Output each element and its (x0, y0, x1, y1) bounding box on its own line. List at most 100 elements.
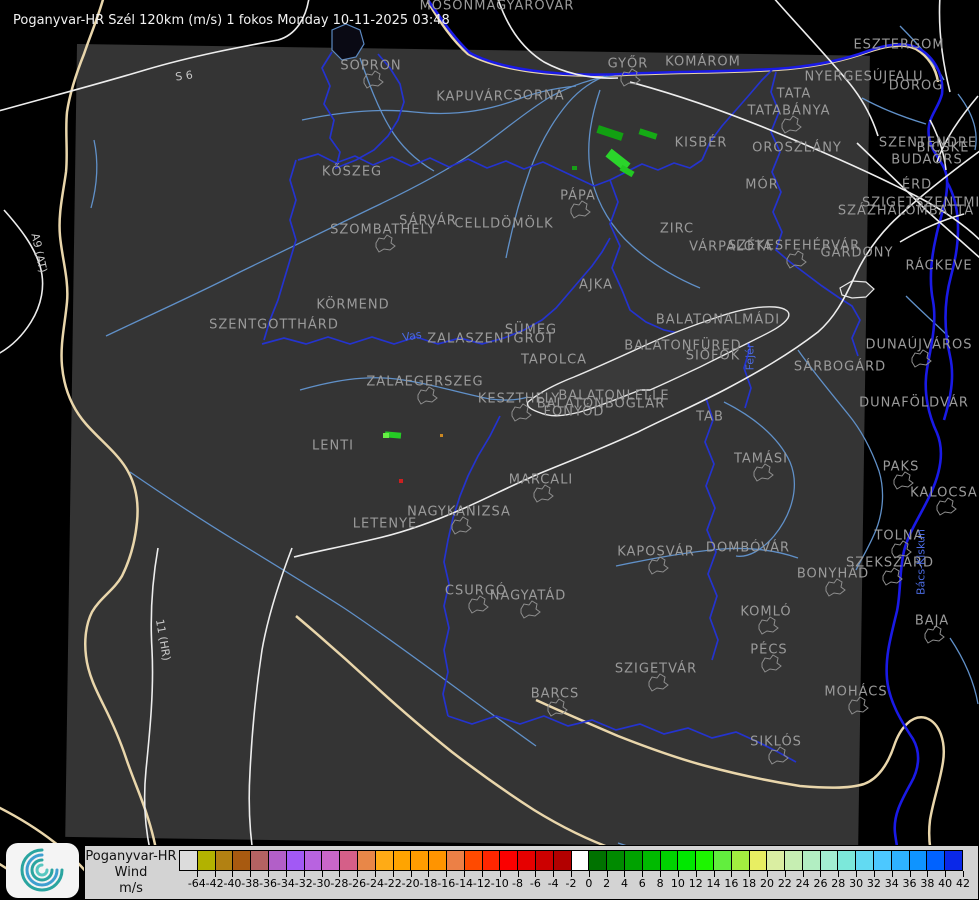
city-label: DOROG (889, 79, 944, 94)
map-linework (0, 0, 979, 900)
city-label: KALOCSA (910, 486, 978, 501)
color-swatch (873, 850, 891, 871)
city-label: ZALAEGERSZEG (366, 375, 483, 390)
scale-tick-label: -30 (313, 877, 331, 890)
city-label: GÁRDONY (821, 246, 894, 261)
scale-tick-label: 32 (867, 877, 881, 890)
city-label: BALATONALMÁDI (656, 313, 780, 328)
city-outline (376, 235, 395, 252)
city-label: DUNAFÖLDVÁR (859, 396, 969, 411)
app-logo[interactable] (6, 843, 79, 898)
city-label: AJKA (579, 278, 613, 293)
city-label: KOMÁROM (665, 55, 741, 70)
city-outline (469, 596, 488, 613)
city-label: BUDAÖRS (891, 153, 962, 168)
color-swatch (464, 850, 482, 871)
scale-tick-label: 4 (621, 877, 628, 890)
scale-tick-label: -12 (473, 877, 491, 890)
city-label: LETENYE (353, 517, 418, 532)
scale-tick-label: 28 (831, 877, 845, 890)
scale-tick-label: -8 (512, 877, 523, 890)
color-swatch (731, 850, 749, 871)
color-swatch (446, 850, 464, 871)
color-swatch (535, 850, 553, 871)
color-swatch (499, 850, 517, 871)
city-outline (849, 697, 868, 714)
color-swatch (197, 850, 215, 871)
color-swatch (766, 850, 784, 871)
city-label: BONYHÁD (797, 567, 869, 582)
scale-tick-label: 20 (760, 877, 774, 890)
scale-tick-label: 18 (742, 877, 756, 890)
city-label: RÁCKEVE (905, 259, 972, 274)
radar-echo (383, 433, 389, 438)
city-outline (571, 201, 590, 218)
city-label: SIKLÓS (750, 735, 802, 750)
city-label: SZÁZHALOMBATTA (838, 204, 974, 219)
city-outline (762, 655, 781, 672)
city-label: FONYÓD (544, 405, 605, 420)
legend-product: Wind (85, 865, 177, 881)
road-number-label: S 6 (174, 68, 193, 83)
lake-ferto (332, 24, 364, 60)
scale-tick-label: 14 (707, 877, 721, 890)
city-outline (534, 485, 553, 502)
color-swatch (268, 850, 286, 871)
city-outline (649, 557, 668, 574)
radar-echo (399, 479, 403, 483)
city-label: LENTI (312, 439, 354, 454)
city-label: KAPOSVÁR (617, 545, 695, 560)
color-swatch (321, 850, 339, 871)
scale-tick-label: 30 (849, 877, 863, 890)
scale-tick-label: 22 (778, 877, 792, 890)
city-label: SIÓFOK (686, 349, 741, 364)
city-outline-markers (364, 69, 956, 764)
scale-tick-label: -14 (455, 877, 473, 890)
city-label: ZIRC (660, 222, 694, 237)
color-swatch (820, 850, 838, 871)
color-swatch (517, 850, 535, 871)
city-outline (826, 579, 845, 596)
city-label: KOMLÓ (740, 605, 791, 620)
city-label: SZENTGOTTHÁRD (209, 318, 339, 333)
color-swatch (909, 850, 927, 871)
county-name-label: Fejér (744, 344, 757, 371)
color-swatch (944, 850, 963, 871)
product-title: Poganyvar-HR Szél 120km (m/s) 1 fokos Mo… (13, 13, 450, 28)
city-label: SZIGETVÁR (615, 662, 697, 677)
city-outline (452, 517, 471, 534)
scale-tick-label: -36 (259, 877, 277, 890)
scale-tick-label: 8 (657, 877, 664, 890)
scale-tick-label: 12 (689, 877, 703, 890)
city-label: MOSONMAGYARÓVÁR (420, 0, 575, 14)
scale-tick-label: -20 (402, 877, 420, 890)
scale-tick-label: 42 (956, 877, 970, 890)
city-label: TATA (777, 87, 812, 102)
city-label: SOPRON (340, 59, 401, 74)
color-swatch (749, 850, 767, 871)
city-label: DUNAÚJVÁROS (866, 338, 973, 353)
city-outline (521, 601, 540, 618)
scale-tick-label: 38 (920, 877, 934, 890)
city-label: PÁPA (560, 189, 596, 204)
radar-echo (440, 434, 443, 437)
city-label: GYŐR (608, 57, 649, 72)
color-swatch (660, 850, 678, 871)
scale-tick-label: -38 (241, 877, 259, 890)
city-label: KAPUVÁR (436, 90, 504, 105)
city-label: MOHÁCS (824, 685, 887, 700)
scale-tick-label: -18 (419, 877, 437, 890)
city-label: TAB (696, 410, 724, 425)
scale-tick-label: -32 (295, 877, 313, 890)
city-label: SÁRBOGÁRD (794, 360, 886, 375)
city-outline (937, 498, 956, 515)
scale-tick-label: -42 (206, 877, 224, 890)
radar-screen: MOSONMAGYARÓVÁRGYŐRKOMÁROMESZTERGOMNYERG… (0, 0, 979, 900)
city-label: OROSZLÁNY (752, 141, 842, 156)
city-label: TATABÁNYA (747, 104, 830, 119)
county-name-label: Bács-Kiskun (915, 529, 928, 595)
city-label: ESZTERGOM (853, 38, 944, 53)
color-swatch (304, 850, 322, 871)
cyclone-icon (6, 843, 79, 898)
scale-tick-label: -2 (566, 877, 577, 890)
